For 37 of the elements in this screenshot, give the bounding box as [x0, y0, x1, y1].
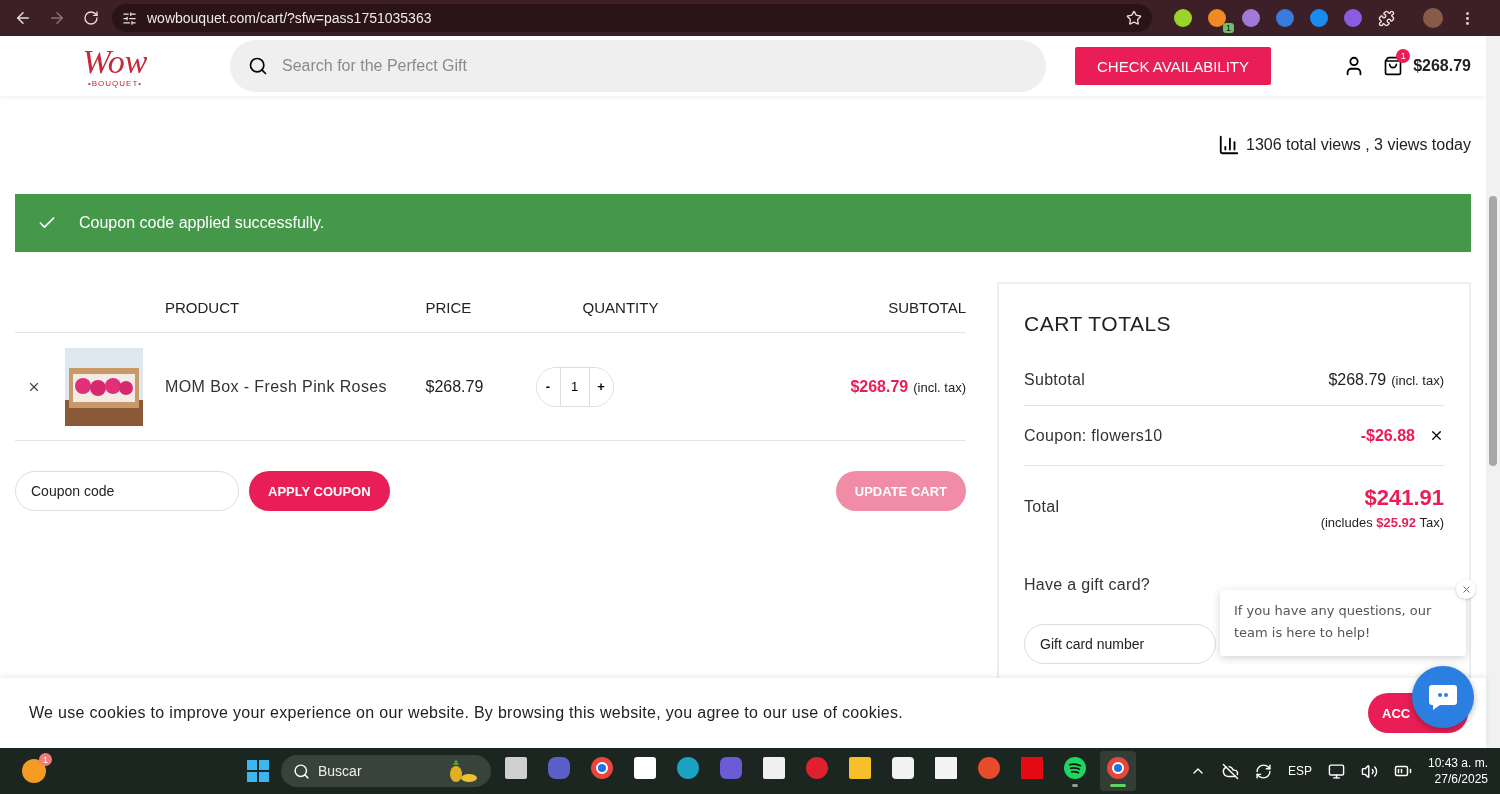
- language-indicator[interactable]: ESP: [1287, 764, 1312, 778]
- views-count: 1306 total views , 3 views today: [1246, 136, 1471, 154]
- total-label: Total: [1024, 498, 1060, 516]
- cart-total[interactable]: $268.79: [1413, 57, 1471, 75]
- clock-date[interactable]: 27/6/2025: [1434, 771, 1488, 787]
- subtotal-value: $268.79 (incl. tax): [1328, 370, 1444, 389]
- coupon-field[interactable]: Coupon code: [15, 471, 239, 511]
- tax-note: (includes $25.92 Tax): [1320, 514, 1444, 530]
- clock-time[interactable]: 10:43 a. m.: [1427, 755, 1488, 771]
- line-subtotal: $268.79 (incl. tax): [850, 377, 966, 396]
- column-header: PRICE: [425, 298, 472, 316]
- column-header: SUBTOTAL: [888, 298, 966, 316]
- quantity-stepper[interactable]: - 1 +: [535, 366, 614, 407]
- check-availability-button[interactable]: CHECK AVAILABILITY: [1075, 47, 1271, 85]
- chat-message: If you have any questions, our team is here to help!: [1220, 590, 1466, 656]
- gift-card-field[interactable]: Gift card number: [1024, 624, 1216, 664]
- total-value: $241.91: [1364, 484, 1444, 511]
- address-bar[interactable]: wowbouquet.com/cart/?sfw=pass1751035363: [112, 4, 1152, 32]
- cookie-message: We use cookies to improve your experience on our website. By browsing this website, you agree to our use of cookies.: [29, 704, 904, 722]
- quantity-field[interactable]: 1: [559, 367, 590, 406]
- logo-text[interactable]: Wow: [82, 44, 148, 79]
- taskbar-search[interactable]: Buscar: [281, 755, 491, 787]
- extension-badge: 1: [1223, 23, 1234, 33]
- apply-coupon-button[interactable]: APPLY COUPON: [249, 471, 390, 511]
- price: $268.79: [425, 377, 485, 396]
- success-message: Coupon code applied successfully.: [79, 214, 325, 232]
- cart-count: 1: [1396, 49, 1411, 63]
- product-name[interactable]: MOM Box - Fresh Pink Roses: [165, 377, 426, 396]
- card-title: CART TOTALS: [1024, 312, 1173, 336]
- subtotal-label: Subtotal: [1024, 370, 1086, 389]
- logo-tagline: •BOUQUET•: [87, 78, 143, 88]
- column-header: QUANTITY: [582, 298, 659, 316]
- discount-value: -$26.88: [1360, 426, 1415, 445]
- coupon-label: Coupon: flowers10: [1024, 426, 1163, 445]
- column-header: PRODUCT: [165, 298, 240, 316]
- gift-card-question: Have a gift card?: [1024, 576, 1152, 594]
- notification-badge: 1: [39, 753, 52, 766]
